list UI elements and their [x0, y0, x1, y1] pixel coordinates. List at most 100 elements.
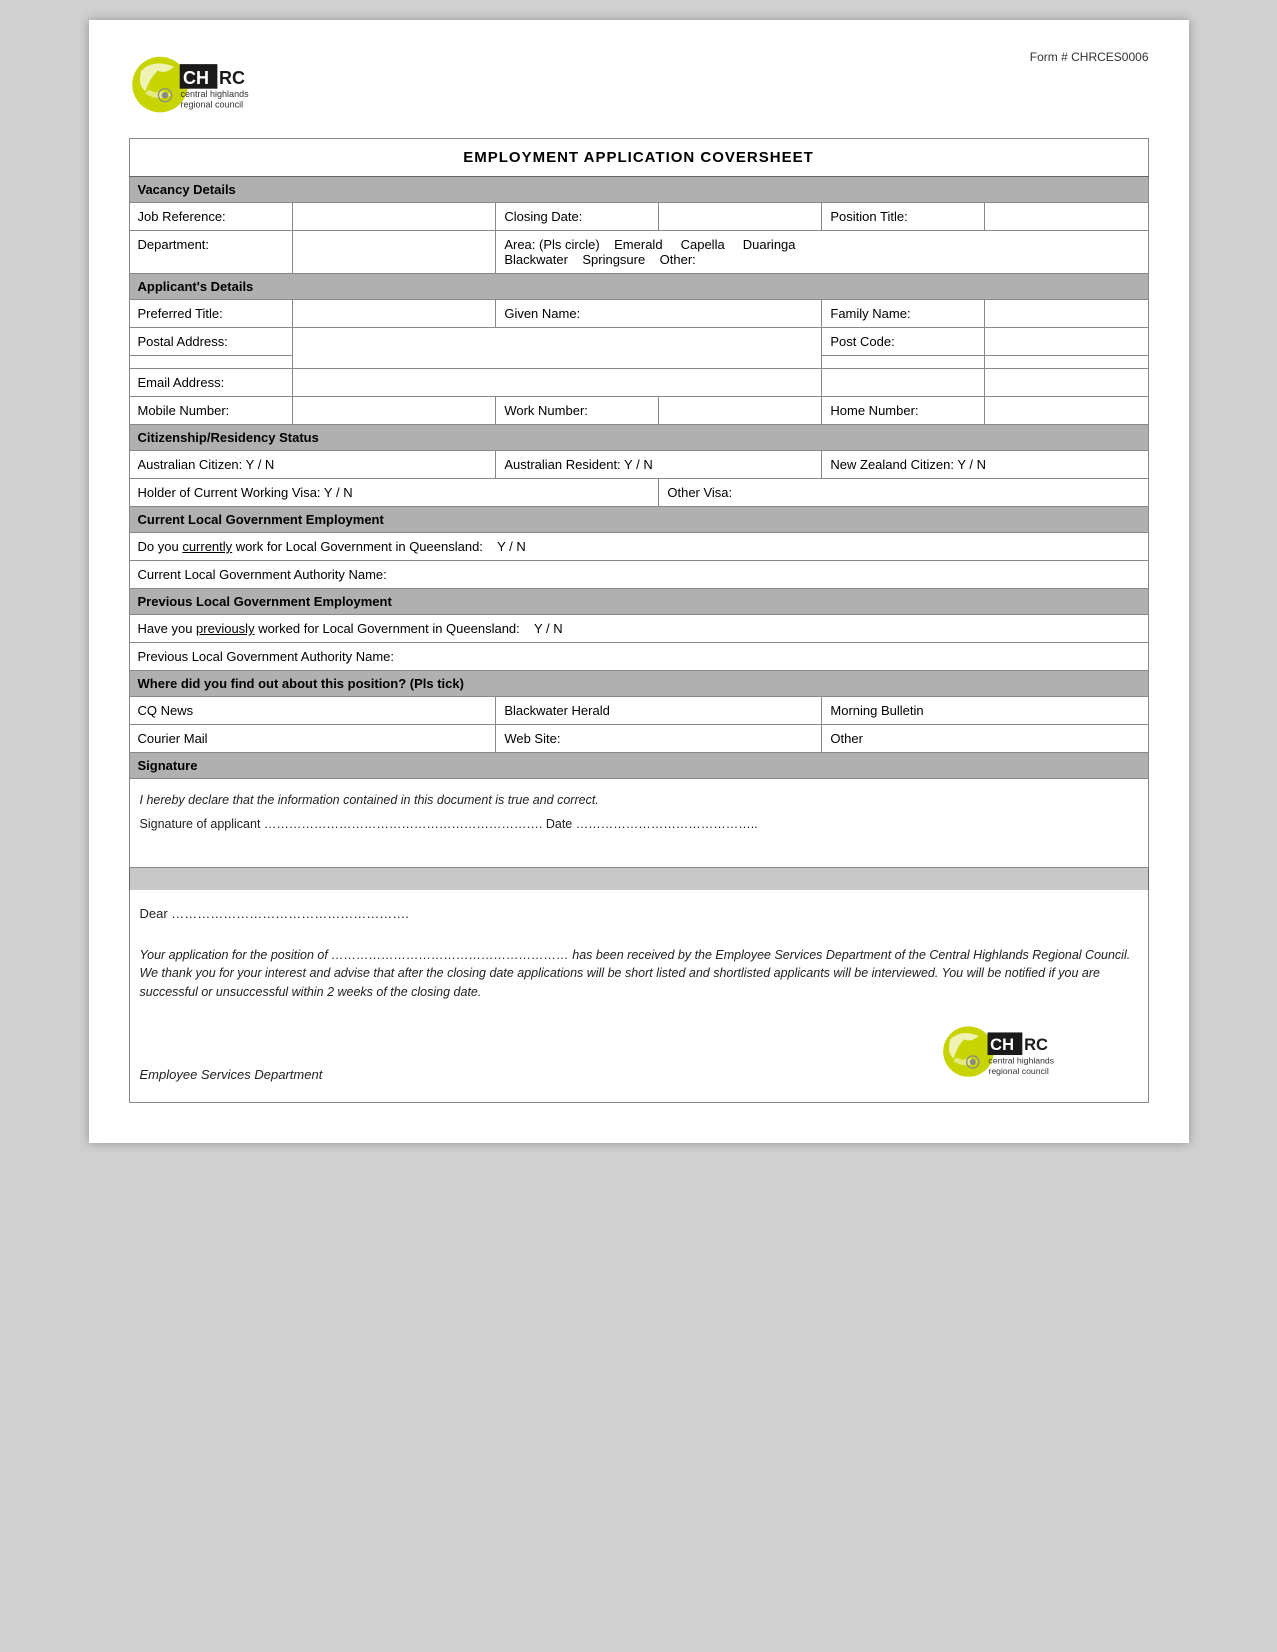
post-code-value — [985, 328, 1148, 356]
letter-content: Dear ………………………………………………. Your applicatio… — [129, 890, 1148, 1103]
footer-logo: CH RC central highlands regional council — [938, 1022, 1138, 1082]
vacancy-details-header-row: Vacancy Details — [129, 177, 1148, 203]
home-number-value — [985, 397, 1148, 425]
currently-work-cell: Do you currently work for Local Governme… — [129, 533, 1148, 561]
post-code-space2 — [985, 356, 1148, 369]
nz-citizen: New Zealand Citizen: Y / N — [822, 451, 1148, 479]
australian-citizen: Australian Citizen: Y / N — [129, 451, 496, 479]
letter-row: Dear ………………………………………………. Your applicatio… — [129, 890, 1148, 1103]
previously-underline: previously — [196, 621, 255, 636]
grey-bar — [129, 868, 1148, 890]
citizenship-row-1: Australian Citizen: Y / N Australian Res… — [129, 451, 1148, 479]
employee-services-label: Employee Services Department — [140, 1067, 323, 1082]
previous-employment-header: Previous Local Government Employment — [129, 589, 1148, 615]
signature-content: I hereby declare that the information co… — [129, 779, 1148, 868]
area-label: Area: (Pls circle) — [504, 237, 599, 252]
find-out-col1-row1: CQ News — [129, 697, 496, 725]
svg-text:regional council: regional council — [988, 1066, 1048, 1076]
find-out-header-row: Where did you find out about this positi… — [129, 671, 1148, 697]
job-reference-value — [292, 203, 496, 231]
postal-address-space — [129, 356, 292, 369]
current-authority-label: Current Local Government Authority Name: — [129, 561, 1148, 589]
form-title: EMPLOYMENT APPLICATION COVERSHEET — [129, 139, 1148, 177]
form-table: EMPLOYMENT APPLICATION COVERSHEET Vacanc… — [129, 138, 1149, 1103]
find-out-col3-row2: Other — [822, 725, 1148, 753]
postal-address-label: Postal Address: — [129, 328, 292, 356]
vacancy-details-header: Vacancy Details — [129, 177, 1148, 203]
applicant-row-1: Preferred Title: Given Name: Family Name… — [129, 300, 1148, 328]
svg-text:central highlands: central highlands — [988, 1055, 1054, 1065]
post-code-label: Post Code: — [822, 328, 985, 356]
preferred-title-value — [292, 300, 496, 328]
area-cell: Area: (Pls circle) Emerald Capella Duari… — [496, 231, 1148, 274]
email-space2 — [985, 369, 1148, 397]
current-employment-row-2: Current Local Government Authority Name: — [129, 561, 1148, 589]
closing-date-label: Closing Date: — [496, 203, 659, 231]
declaration-text: I hereby declare that the information co… — [140, 793, 1138, 807]
family-name-label: Family Name: — [822, 300, 985, 328]
currently-rest: work for Local Government in Queensland:… — [232, 539, 526, 554]
family-name-value — [985, 300, 1148, 328]
current-employment-header-row: Current Local Government Employment — [129, 507, 1148, 533]
australian-resident: Australian Resident: Y / N — [496, 451, 822, 479]
signature-header-row: Signature — [129, 753, 1148, 779]
title-row: EMPLOYMENT APPLICATION COVERSHEET — [129, 139, 1148, 177]
previous-employment-header-row: Previous Local Government Employment — [129, 589, 1148, 615]
work-number-label: Work Number: — [496, 397, 659, 425]
previous-authority-label: Previous Local Government Authority Name… — [129, 643, 1148, 671]
signature-header: Signature — [129, 753, 1148, 779]
find-out-row-2: Courier Mail Web Site: Other — [129, 725, 1148, 753]
home-number-label: Home Number: — [822, 397, 985, 425]
applicant-row-4: Mobile Number: Work Number: Home Number: — [129, 397, 1148, 425]
letter-footer: Employee Services Department CH RC centr… — [140, 1022, 1138, 1082]
department-value — [292, 231, 496, 274]
header-logo-area: CH RC central highlands regional council — [129, 50, 309, 120]
svg-text:RC: RC — [1024, 1035, 1048, 1054]
applicant-row-2: Postal Address: Post Code: — [129, 328, 1148, 356]
previously-label: Have you — [138, 621, 197, 636]
given-name-label: Given Name: — [496, 300, 822, 328]
applicants-details-header: Applicant's Details — [129, 274, 1148, 300]
previous-employment-row-1: Have you previously worked for Local Gov… — [129, 615, 1148, 643]
svg-text:central highlands: central highlands — [180, 89, 249, 99]
preferred-title-label: Preferred Title: — [129, 300, 292, 328]
mobile-number-label: Mobile Number: — [129, 397, 292, 425]
svg-text:regional council: regional council — [180, 100, 243, 110]
svg-text:CH: CH — [183, 68, 209, 88]
current-employment-header: Current Local Government Employment — [129, 507, 1148, 533]
citizenship-row-2: Holder of Current Working Visa: Y / N Ot… — [129, 479, 1148, 507]
email-space1 — [822, 369, 985, 397]
job-reference-label: Job Reference: — [129, 203, 292, 231]
find-out-row-1: CQ News Blackwater Herald Morning Bullet… — [129, 697, 1148, 725]
signature-row: I hereby declare that the information co… — [129, 779, 1148, 868]
applicants-details-header-row: Applicant's Details — [129, 274, 1148, 300]
work-number-value — [659, 397, 822, 425]
applicant-row-3: Email Address: — [129, 369, 1148, 397]
find-out-col3-row1: Morning Bulletin — [822, 697, 1148, 725]
grey-bar-row — [129, 868, 1148, 890]
citizenship-header: Citizenship/Residency Status — [129, 425, 1148, 451]
previous-employment-row-2: Previous Local Government Authority Name… — [129, 643, 1148, 671]
page: CH RC central highlands regional council… — [89, 20, 1189, 1143]
chrc-logo: CH RC central highlands regional council — [129, 50, 309, 120]
find-out-header: Where did you find out about this positi… — [129, 671, 1148, 697]
postal-address-value — [292, 328, 822, 369]
dear-line: Dear ………………………………………………. — [140, 906, 1138, 921]
svg-text:RC: RC — [219, 68, 245, 88]
department-label: Department: — [129, 231, 292, 274]
vacancy-row-1: Job Reference: Closing Date: Position Ti… — [129, 203, 1148, 231]
currently-label: Do you — [138, 539, 183, 554]
position-title-label: Position Title: — [822, 203, 985, 231]
mobile-number-value — [292, 397, 496, 425]
post-code-space — [822, 356, 985, 369]
closing-date-value — [659, 203, 822, 231]
previously-work-cell: Have you previously worked for Local Gov… — [129, 615, 1148, 643]
vacancy-row-2: Department: Area: (Pls circle) Emerald C… — [129, 231, 1148, 274]
current-employment-row-1: Do you currently work for Local Governme… — [129, 533, 1148, 561]
currently-underline: currently — [182, 539, 232, 554]
email-address-value — [292, 369, 822, 397]
svg-text:CH: CH — [990, 1035, 1014, 1054]
signature-line: Signature of applicant ……………………………………………… — [140, 817, 1138, 831]
citizenship-header-row: Citizenship/Residency Status — [129, 425, 1148, 451]
letter-body: Your application for the position of ………… — [140, 946, 1138, 1002]
